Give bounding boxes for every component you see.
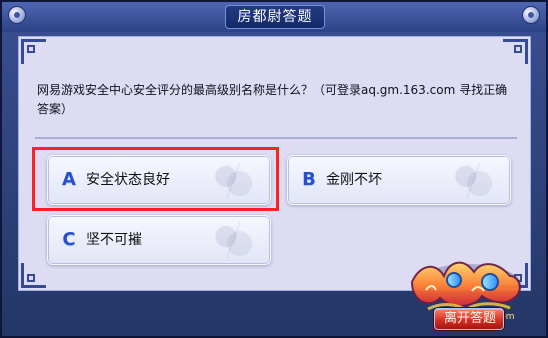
corner-ornament-icon [21,39,46,64]
title-plate: 房都尉答题 [225,5,325,29]
leave-quiz-label: 离开答题 [443,311,496,326]
corner-ornament-icon [21,263,46,288]
answer-label-b: 金刚不坏 [326,172,382,188]
answer-letter-c: C [62,229,76,250]
question-divider [35,137,517,139]
answer-letter-b: B [302,169,316,190]
close-orb-icon[interactable] [522,6,540,24]
answer-option-b[interactable]: B 金刚不坏 [287,155,511,205]
corner-ornament-icon [503,39,528,64]
title-bar: 房都尉答题 [2,2,546,32]
leave-quiz-button[interactable]: 离开答题 [434,308,504,330]
quiz-window: 房都尉答题 网易游戏安全中心安全评分的最高级别名称是什么？（可登录aq.gm.1… [0,0,548,338]
selected-answer-highlight [32,147,279,211]
answer-label-c: 坚不可摧 [86,232,142,248]
left-corner-orb-icon [8,6,26,24]
answer-option-c[interactable]: C 坚不可摧 [47,215,271,265]
window-title: 房都尉答题 [237,9,313,25]
question-text: 网易游戏安全中心安全评分的最高级别名称是什么？（可登录aq.gm.163.com… [37,83,508,116]
